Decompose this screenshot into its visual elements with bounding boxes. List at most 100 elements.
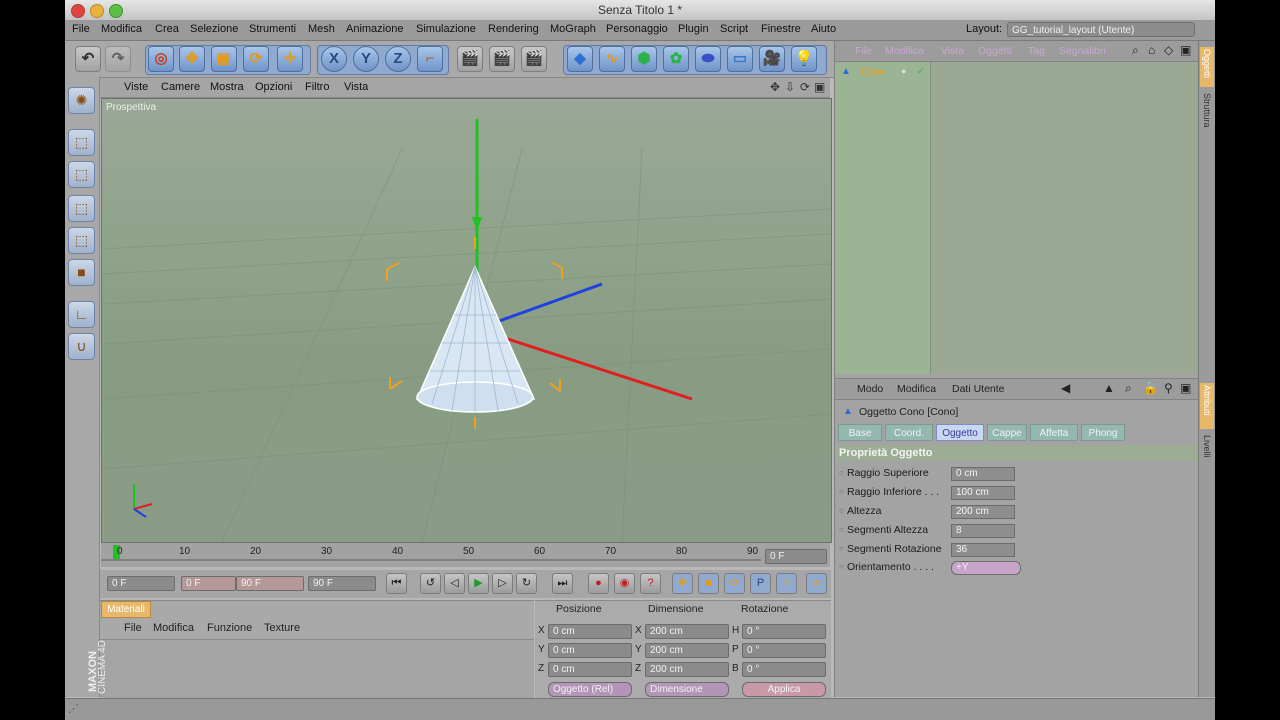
camera-object-button[interactable]: 🎥 — [759, 46, 785, 72]
tab-oggetto[interactable]: Oggetto — [936, 424, 984, 441]
cube-object-button[interactable]: ◆ — [567, 46, 593, 72]
objects-menu-vista[interactable]: Vista — [941, 45, 964, 57]
viewport-menu-filtro[interactable]: Filtro — [305, 81, 329, 93]
timeline-ruler[interactable]: 0 10 20 30 40 50 60 70 80 90 0 F — [101, 543, 830, 567]
menu-mograph[interactable]: MoGraph — [550, 23, 596, 35]
rotation-h-field[interactable]: 0 ° — [742, 624, 826, 639]
environment-object-button[interactable]: ▭ — [727, 46, 753, 72]
range-end-field[interactable]: 90 F — [236, 576, 304, 591]
materials-area[interactable] — [100, 639, 534, 699]
menu-selezione[interactable]: Selezione — [190, 23, 238, 35]
apply-button[interactable]: Applica — [742, 682, 826, 697]
materials-menu-texture[interactable]: Texture — [264, 622, 300, 634]
previous-key-button[interactable]: ↺ — [420, 573, 441, 594]
axis-mode-button[interactable]: ∟ — [68, 301, 95, 328]
size-x-field[interactable]: 200 cm — [645, 624, 729, 639]
viewport-menu-vista[interactable]: Vista — [344, 81, 368, 93]
menu-script[interactable]: Script — [720, 23, 748, 35]
move-tool-button[interactable]: ✥ — [179, 46, 205, 72]
menu-personaggio[interactable]: Personaggio — [606, 23, 668, 35]
objects-menu-tag[interactable]: Tag — [1028, 45, 1045, 57]
viewport-pan-icon[interactable]: ✥ — [770, 80, 780, 94]
next-key-button[interactable]: ↻ — [516, 573, 537, 594]
attributes-menu-dati-utente[interactable]: Dati Utente — [952, 383, 1005, 395]
orientamento-select[interactable]: +Y — [951, 561, 1021, 575]
keyframe-dot-icon[interactable]: ○ — [839, 525, 844, 534]
key-rotation-button[interactable]: ⟳ — [724, 573, 745, 594]
select-tool-button[interactable]: ◎ — [148, 46, 174, 72]
tab-affetta[interactable]: Affetta — [1030, 424, 1078, 441]
position-z-field[interactable]: 0 cm — [548, 662, 632, 677]
menu-plugin[interactable]: Plugin — [678, 23, 709, 35]
viewport-menu-mostra[interactable]: Mostra — [210, 81, 244, 93]
x-axis-button[interactable]: X — [321, 46, 347, 72]
keyframe-dot-icon[interactable]: ○ — [839, 562, 844, 571]
attributes-search-icon[interactable]: ⌕ — [1125, 381, 1132, 396]
timeline-layout-button[interactable]: ≡ — [806, 573, 827, 594]
rotation-p-field[interactable]: 0 ° — [742, 643, 826, 658]
materials-tab[interactable]: Materiali — [101, 601, 151, 618]
keyframe-dot-icon[interactable]: ○ — [839, 487, 844, 496]
play-button[interactable]: ▶ — [468, 573, 489, 594]
raggio-inferiore-field[interactable]: 100 cm — [951, 486, 1015, 500]
new-panel-icon[interactable]: ⚲ — [1164, 381, 1173, 395]
previous-frame-button[interactable]: ◁ — [444, 573, 465, 594]
coordinate-system-button[interactable]: ⌐ — [417, 46, 443, 72]
collapse-icon[interactable]: ◇ — [1164, 43, 1173, 57]
home-icon[interactable]: ⌂ — [1148, 43, 1155, 57]
back-arrow-icon[interactable]: ◀ — [1061, 381, 1070, 395]
array-object-button[interactable]: ✿ — [663, 46, 689, 72]
object-tags-area[interactable] — [931, 62, 1199, 374]
attributes-menu-modifica[interactable]: Modifica — [897, 383, 936, 395]
tab-cappe[interactable]: Cappe — [987, 424, 1027, 441]
materials-menu-file[interactable]: File — [124, 622, 142, 634]
z-axis-button[interactable]: Z — [385, 46, 411, 72]
key-parameter-button[interactable]: P — [750, 573, 771, 594]
autokey-button[interactable]: ◉ — [614, 573, 635, 594]
make-editable-button[interactable]: ✺ — [68, 87, 95, 114]
size-y-field[interactable]: 200 cm — [645, 643, 729, 658]
layout-select[interactable]: GG_tutorial_layout (Utente) — [1007, 22, 1195, 37]
lock-icon[interactable]: 🔒 — [1143, 381, 1158, 395]
menu-file[interactable]: File — [72, 23, 90, 35]
up-arrow-icon[interactable]: ▲ — [1103, 381, 1115, 395]
menu-crea[interactable]: Crea — [155, 23, 179, 35]
start-frame-field[interactable]: 0 F — [107, 576, 175, 591]
viewport-rotate-icon[interactable]: ⟳ — [800, 80, 810, 94]
size-z-field[interactable]: 200 cm — [645, 662, 729, 677]
rotate-tool-button[interactable]: ⟳ — [243, 46, 269, 72]
position-y-field[interactable]: 0 cm — [548, 643, 632, 658]
rotation-b-field[interactable]: 0 ° — [742, 662, 826, 677]
size-mode-select[interactable]: Dimensione — [645, 682, 729, 697]
tab-base[interactable]: Base — [838, 424, 882, 441]
model-mode-button[interactable]: ⬚ — [68, 129, 95, 156]
objects-menu-modifica[interactable]: Modifica — [885, 45, 924, 57]
viewport-menu-viste[interactable]: Viste — [124, 81, 148, 93]
raggio-superiore-field[interactable]: 0 cm — [951, 467, 1015, 481]
tab-coord[interactable]: Coord. — [885, 424, 933, 441]
points-mode-button[interactable]: ⬚ — [68, 195, 95, 222]
menu-animazione[interactable]: Animazione — [346, 23, 403, 35]
key-pla-button[interactable]: ⁘ — [776, 573, 797, 594]
menu-finestre[interactable]: Finestre — [761, 23, 801, 35]
menu-mesh[interactable]: Mesh — [308, 23, 335, 35]
key-position-button[interactable]: ✥ — [672, 573, 693, 594]
cone-object[interactable] — [415, 265, 536, 413]
y-axis-button[interactable]: Y — [353, 46, 379, 72]
viewport-menu-camere[interactable]: Camere — [161, 81, 200, 93]
keyframe-dot-icon[interactable]: ○ — [839, 544, 844, 553]
keyframe-dot-icon[interactable]: ○ — [839, 468, 844, 477]
spline-object-button[interactable]: ∿ — [599, 46, 625, 72]
transform-tool-button[interactable]: ✛ — [277, 46, 303, 72]
objects-menu-segnalibri[interactable]: Segnalibri — [1059, 45, 1106, 57]
object-row-cono[interactable]: ▲ Cono ● ✓ — [839, 66, 929, 80]
object-tree[interactable]: ▲ Cono ● ✓ — [835, 62, 931, 374]
go-to-end-button[interactable]: ⏭ — [552, 573, 573, 594]
menu-modifica[interactable]: Modifica — [101, 23, 142, 35]
render-view-button[interactable]: 🎬 — [457, 46, 483, 72]
nurbs-object-button[interactable]: ⬢ — [631, 46, 657, 72]
attributes-menu-modo[interactable]: Modo — [857, 383, 883, 395]
side-tab-attributi[interactable]: Attributi — [1200, 383, 1214, 429]
side-tab-struttura[interactable]: Struttura — [1200, 91, 1214, 143]
materials-menu-funzione[interactable]: Funzione — [207, 622, 252, 634]
